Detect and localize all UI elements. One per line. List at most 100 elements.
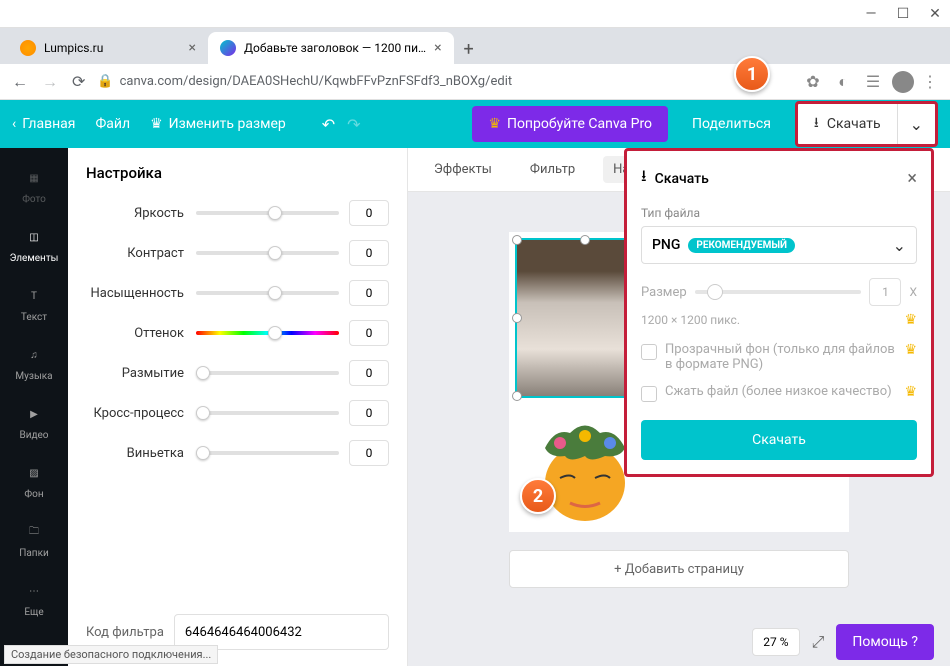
filetype-select[interactable]: PNG РЕКОМЕНДУЕМЫЙ ⌄ xyxy=(641,226,917,264)
sidebar-item-photo[interactable]: ▦ Фото xyxy=(0,156,68,215)
maximize-icon[interactable]: ☐ xyxy=(896,7,910,21)
sidebar-item-folders[interactable]: 🗀 Папки xyxy=(0,510,68,569)
resize-menu[interactable]: ♛ Изменить размер xyxy=(150,116,286,132)
xprocess-slider[interactable] xyxy=(196,411,339,415)
minimize-icon[interactable]: — xyxy=(864,7,878,21)
sidebar-item-text[interactable]: T Текст xyxy=(0,274,68,333)
slider-label: Яркость xyxy=(86,206,196,221)
blur-row: Размытие 0 xyxy=(86,360,389,386)
callout-marker-1: 1 xyxy=(734,56,770,92)
url-field[interactable]: 🔒 canva.com/design/DAEA0SHechU/KqwbFFvPz… xyxy=(97,74,790,89)
close-icon[interactable]: × xyxy=(907,168,917,189)
saturation-slider[interactable] xyxy=(196,291,339,295)
vignette-row: Виньетка 0 xyxy=(86,440,389,466)
menu-icon[interactable]: ⋮ xyxy=(922,72,938,91)
resize-handle[interactable] xyxy=(512,391,522,401)
resize-handle[interactable] xyxy=(512,235,522,245)
reload-icon[interactable]: ⟳ xyxy=(72,72,85,92)
transparent-option[interactable]: Прозрачный фон (только для файлов в форм… xyxy=(641,342,917,372)
sidebar-item-more[interactable]: ⋯ Еще xyxy=(0,569,68,628)
size-x: X xyxy=(909,285,917,299)
app-menubar: ‹ Главная Файл ♛ Изменить размер ↶ ↷ ♛ П… xyxy=(0,100,950,148)
crown-icon: ♛ xyxy=(150,116,163,132)
redo-icon[interactable]: ↷ xyxy=(347,115,360,134)
checkbox[interactable] xyxy=(641,386,657,402)
undo-icon[interactable]: ↶ xyxy=(322,115,335,134)
brightness-row: Яркость 0 xyxy=(86,200,389,226)
download-confirm-button[interactable]: Скачать xyxy=(641,420,917,460)
status-bar: Создание безопасного подключения... xyxy=(4,645,218,664)
close-tab-icon[interactable]: × xyxy=(434,40,441,56)
size-slider[interactable] xyxy=(695,290,862,294)
sidebar-item-video[interactable]: ▶ Видео xyxy=(0,392,68,451)
tab-lumpics[interactable]: Lumpics.ru × xyxy=(8,32,208,64)
file-menu[interactable]: Файл xyxy=(95,116,130,132)
slider-label: Кросс-процесс xyxy=(86,406,196,421)
folder-icon: 🗀 xyxy=(22,520,46,544)
help-button[interactable]: Помощь ? xyxy=(836,624,934,660)
favicon-icon xyxy=(20,40,36,56)
brightness-slider[interactable] xyxy=(196,211,339,215)
tab-effects[interactable]: Эффекты xyxy=(424,156,502,183)
share-button[interactable]: Поделиться xyxy=(680,106,783,142)
sidebar-item-background[interactable]: ▨ Фон xyxy=(0,451,68,510)
zoom-control[interactable]: 27 % xyxy=(752,628,799,656)
size-value[interactable]: 1 xyxy=(869,278,901,306)
download-button[interactable]: ⭳ Скачать xyxy=(798,104,898,144)
crown-icon: ♛ xyxy=(488,116,501,132)
background-icon: ▨ xyxy=(22,461,46,485)
recommended-badge: РЕКОМЕНДУЕМЫЙ xyxy=(688,238,795,253)
extension-icon[interactable]: ☰ xyxy=(862,71,884,93)
tab-canva[interactable]: Добавьте заголовок — 1200 пи… × xyxy=(208,32,454,64)
avatar[interactable] xyxy=(892,71,914,93)
crown-icon: ♛ xyxy=(904,342,917,358)
slider-value[interactable]: 0 xyxy=(349,440,389,466)
resize-handle[interactable] xyxy=(512,313,522,323)
tint-slider[interactable] xyxy=(196,331,339,335)
close-tab-icon[interactable]: × xyxy=(189,40,196,56)
close-icon[interactable]: ✕ xyxy=(928,7,942,21)
tab-filter[interactable]: Фильтр xyxy=(520,156,585,183)
size-label: Размер xyxy=(641,285,687,300)
blur-slider[interactable] xyxy=(196,371,339,375)
slider-value[interactable]: 0 xyxy=(349,320,389,346)
favicon-icon xyxy=(220,40,236,56)
photo-icon: ▦ xyxy=(22,166,46,190)
crown-icon: ♛ xyxy=(904,312,917,328)
callout-marker-2: 2 xyxy=(520,478,556,514)
sidebar-item-music[interactable]: ♫ Музыка xyxy=(0,333,68,392)
forward-icon[interactable]: → xyxy=(42,72,58,92)
fullscreen-icon[interactable]: ⤢ xyxy=(812,632,825,652)
back-icon[interactable]: ← xyxy=(12,72,28,92)
sidebar-item-elements[interactable]: ◫ Элементы xyxy=(0,215,68,274)
resize-handle[interactable] xyxy=(580,235,590,245)
home-button[interactable]: ‹ Главная xyxy=(12,116,75,132)
slider-value[interactable]: 0 xyxy=(349,280,389,306)
checkbox-label: Прозрачный фон (только для файлов в форм… xyxy=(665,342,896,372)
slider-value[interactable]: 0 xyxy=(349,240,389,266)
slider-value[interactable]: 0 xyxy=(349,360,389,386)
checkbox[interactable] xyxy=(641,344,657,360)
bottom-bar: 27 % ⤢ Помощь ? xyxy=(408,618,950,666)
chevron-down-icon: ⌄ xyxy=(910,115,923,134)
slider-label: Оттенок xyxy=(86,326,196,341)
new-tab-button[interactable]: + xyxy=(454,34,484,64)
contrast-slider[interactable] xyxy=(196,251,339,255)
extension-icon[interactable]: ✿ xyxy=(802,71,824,93)
extension-icon[interactable]: ◐ xyxy=(832,71,854,93)
elements-icon: ◫ xyxy=(22,225,46,249)
download-icon: ⭳ xyxy=(814,112,819,136)
slider-value[interactable]: 0 xyxy=(349,200,389,226)
compress-option[interactable]: Сжать файл (более низкое качество) ♛ xyxy=(641,384,917,402)
download-dropdown[interactable]: ⌄ xyxy=(898,104,935,144)
add-page-button[interactable]: + Добавить страницу xyxy=(509,550,849,588)
slider-value[interactable]: 0 xyxy=(349,400,389,426)
crown-icon: ♛ xyxy=(904,384,917,400)
try-pro-button[interactable]: ♛ Попробуйте Canva Pro xyxy=(472,106,668,142)
filetype-label: Тип файла xyxy=(641,206,917,220)
vignette-slider[interactable] xyxy=(196,451,339,455)
slider-label: Контраст xyxy=(86,246,196,261)
contrast-row: Контраст 0 xyxy=(86,240,389,266)
side-nav: ▦ Фото ◫ Элементы T Текст ♫ Музыка ▶ Вид… xyxy=(0,148,68,666)
text-icon: T xyxy=(22,284,46,308)
